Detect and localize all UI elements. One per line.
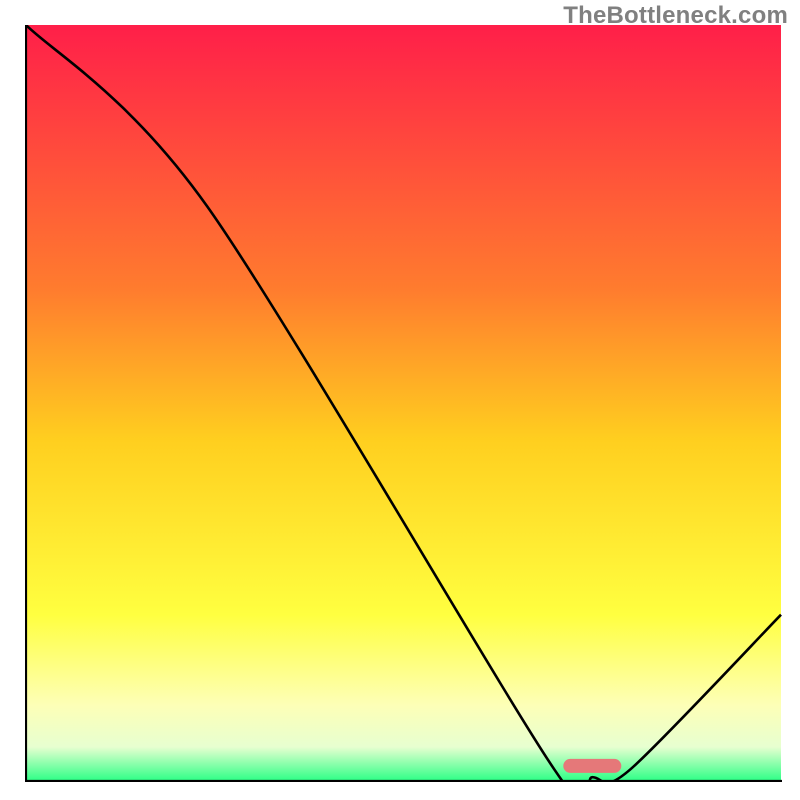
plot-background	[26, 25, 781, 781]
chart-frame: { "watermark": "TheBottleneck.com", "cha…	[0, 0, 800, 800]
marker-capsule	[563, 759, 621, 773]
plot-area	[25, 25, 782, 782]
